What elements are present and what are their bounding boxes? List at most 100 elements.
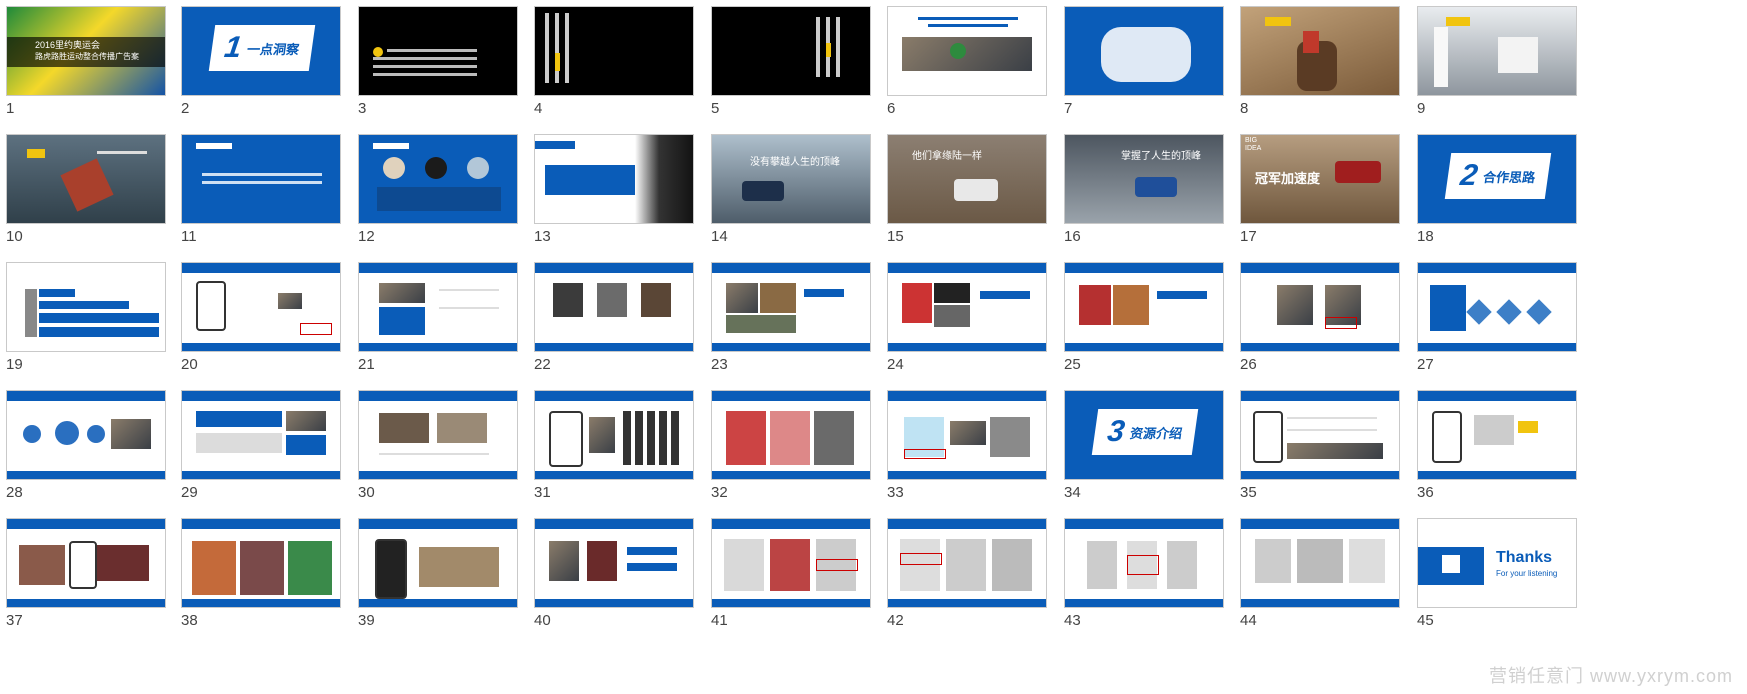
slide-preview [181,262,341,352]
slide-number: 39 [358,612,375,629]
slide-thumb-14[interactable]: 没有攀越人生的顶峰 14 [705,128,871,248]
slide-thumb-24[interactable]: 24 [881,256,1047,376]
slide-thumb-11[interactable]: 11 [175,128,341,248]
slide-number: 16 [1064,228,1081,245]
slide-thumb-30[interactable]: 30 [352,384,518,504]
section-badge: 3 资源介绍 [1091,409,1199,455]
slide-thumb-41[interactable]: 41 [705,512,871,632]
slide-thumb-28[interactable]: 28 [0,384,166,504]
slide-number: 38 [181,612,198,629]
slide-preview [1240,262,1400,352]
slide-thumb-9[interactable]: 9 [1411,0,1577,120]
slide-number: 26 [1240,356,1257,373]
slide-preview: Thanks For your listening [1417,518,1577,608]
slide-thumb-43[interactable]: 43 [1058,512,1224,632]
slide-thumb-44[interactable]: 44 [1234,512,1400,632]
slide-thumb-7[interactable]: 7 [1058,0,1224,120]
slide-number: 5 [711,100,720,117]
slide-thumb-31[interactable]: 31 [528,384,694,504]
slide-thumb-19[interactable]: 19 [0,256,166,376]
slide-number: 19 [6,356,23,373]
slide-thumb-26[interactable]: 26 [1234,256,1400,376]
slide-thumb-27[interactable]: 27 [1411,256,1577,376]
slide-preview [887,390,1047,480]
slide-thumb-10[interactable]: 10 [0,128,166,248]
slide-preview [711,262,871,352]
slide-preview [711,6,871,96]
slide-thumb-32[interactable]: 32 [705,384,871,504]
slide-thumb-2[interactable]: 1 一点洞察 2 [175,0,341,120]
watermark: 营销任意门 www.yxrym.com [1489,666,1733,686]
slide-thumb-22[interactable]: 22 [528,256,694,376]
slide-thumb-3[interactable]: 3 [352,0,518,120]
section-badge: 1 一点洞察 [208,25,316,71]
slide-preview [711,518,871,608]
slide-number: 35 [1240,484,1257,501]
slide-thumb-25[interactable]: 25 [1058,256,1224,376]
slide-preview: 2 合作思路 [1417,134,1577,224]
slide-preview: BIG IDEA 冠军加速度 [1240,134,1400,224]
slide-number: 1 [6,100,15,117]
slide-thumb-45[interactable]: Thanks For your listening 45 [1411,512,1577,632]
slide-number: 25 [1064,356,1081,373]
slide-thumb-1[interactable]: 2016里约奥运会 路虎路胜运动整合传播广告案 1 [0,0,166,120]
slide-number: 30 [358,484,375,501]
slide-thumb-35[interactable]: 35 [1234,384,1400,504]
slide-preview [6,390,166,480]
slide-number: 12 [358,228,375,245]
slide-thumb-23[interactable]: 23 [705,256,871,376]
slide-number: 18 [1417,228,1434,245]
slide-thumb-4[interactable]: 4 [528,0,694,120]
slide-preview [6,134,166,224]
slide-thumb-15[interactable]: 他们拿缘陆一样 15 [881,128,1047,248]
slide-number: 28 [6,484,23,501]
slide-thumb-33[interactable]: 33 [881,384,1047,504]
slide-preview: 没有攀越人生的顶峰 [711,134,871,224]
slide-thumb-17[interactable]: BIG IDEA 冠军加速度 17 [1234,128,1400,248]
slide-thumb-37[interactable]: 37 [0,512,166,632]
slide-preview [534,262,694,352]
slide-thumb-36[interactable]: 36 [1411,384,1577,504]
slide-caption: 没有攀越人生的顶峰 [750,157,840,168]
slide-thumb-21[interactable]: 21 [352,256,518,376]
slide-preview [1417,390,1577,480]
slide-tag: BIG IDEA [1245,137,1262,152]
slide-thumb-42[interactable]: 42 [881,512,1047,632]
slide-thumb-12[interactable]: 12 [352,128,518,248]
slide-thumb-8[interactable]: 8 [1234,0,1400,120]
slide-preview: 1 一点洞察 [181,6,341,96]
slide-thumb-29[interactable]: 29 [175,384,341,504]
slide-preview [358,262,518,352]
slide-number: 15 [887,228,904,245]
slide-thumb-13[interactable]: 13 [528,128,694,248]
slide-number: 40 [534,612,551,629]
slide-preview: 掌握了人生的顶峰 [1064,134,1224,224]
slide-number: 14 [711,228,728,245]
slide-preview [1064,6,1224,96]
slide-thumb-39[interactable]: 39 [352,512,518,632]
section-badge: 2 合作思路 [1444,153,1552,199]
slide-number: 41 [711,612,728,629]
slide-title: 2016里约奥运会 [35,40,101,50]
slide-number: 42 [887,612,904,629]
slide-number: 13 [534,228,551,245]
slide-thumb-38[interactable]: 38 [175,512,341,632]
slide-number: 21 [358,356,375,373]
slide-preview [6,262,166,352]
slide-thumb-5[interactable]: 5 [705,0,871,120]
slide-preview [358,390,518,480]
slide-number: 11 [181,228,197,245]
slide-thumb-20[interactable]: 20 [175,256,341,376]
slide-number: 22 [534,356,551,373]
slide-thumb-16[interactable]: 掌握了人生的顶峰 16 [1058,128,1224,248]
slide-thumb-40[interactable]: 40 [528,512,694,632]
slide-preview [1064,518,1224,608]
slide-thumb-34[interactable]: 3 资源介绍 34 [1058,384,1224,504]
slide-number: 4 [534,100,543,117]
slide-thumb-18[interactable]: 2 合作思路 18 [1411,128,1577,248]
slide-preview [1240,390,1400,480]
slide-number: 37 [6,612,23,629]
slide-preview [534,518,694,608]
slide-preview: 2016里约奥运会 路虎路胜运动整合传播广告案 [6,6,166,96]
slide-thumb-6[interactable]: 6 [881,0,1047,120]
